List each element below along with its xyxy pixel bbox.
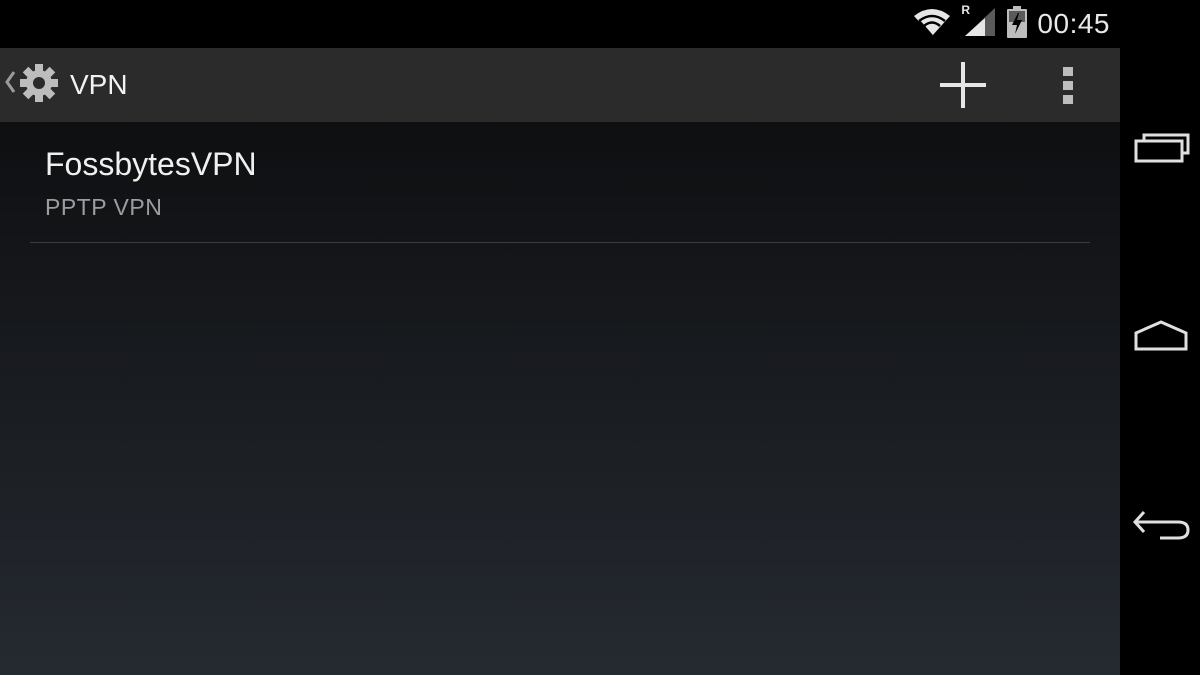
battery-charging-icon [1007, 5, 1028, 43]
status-icons: R 00:45 [913, 0, 1110, 48]
overflow-menu-icon [1048, 67, 1088, 112]
settings-gear-icon [18, 62, 60, 109]
android-screen: R 00:45 VPN FossbytesVPN PPTP VPN [0, 0, 1120, 675]
vpn-list: FossbytesVPN PPTP VPN [0, 122, 1120, 675]
action-bar: VPN [0, 48, 1120, 122]
up-caret-icon [4, 68, 16, 103]
page-title: VPN [70, 69, 128, 100]
navigation-bar [1120, 0, 1200, 675]
add-icon [936, 62, 990, 114]
add-vpn-button[interactable] [936, 60, 990, 110]
vpn-name: FossbytesVPN [45, 146, 257, 182]
recent-apps-icon [1130, 125, 1192, 175]
home-icon [1130, 312, 1192, 362]
wifi-icon [913, 7, 951, 42]
roaming-label: R [961, 2, 971, 17]
up-navigation[interactable]: VPN [4, 48, 128, 122]
home-button[interactable] [1130, 312, 1192, 362]
vpn-list-item[interactable]: FossbytesVPN PPTP VPN [30, 122, 1090, 243]
vpn-type: PPTP VPN [45, 194, 163, 220]
recent-apps-button[interactable] [1130, 125, 1192, 175]
back-button[interactable] [1130, 500, 1192, 550]
overflow-menu-button[interactable] [1048, 62, 1088, 108]
roaming-signal-icon: R [961, 3, 997, 42]
back-icon [1130, 500, 1192, 550]
status-time: 00:45 [1037, 8, 1110, 39]
status-bar: R 00:45 [0, 0, 1120, 48]
